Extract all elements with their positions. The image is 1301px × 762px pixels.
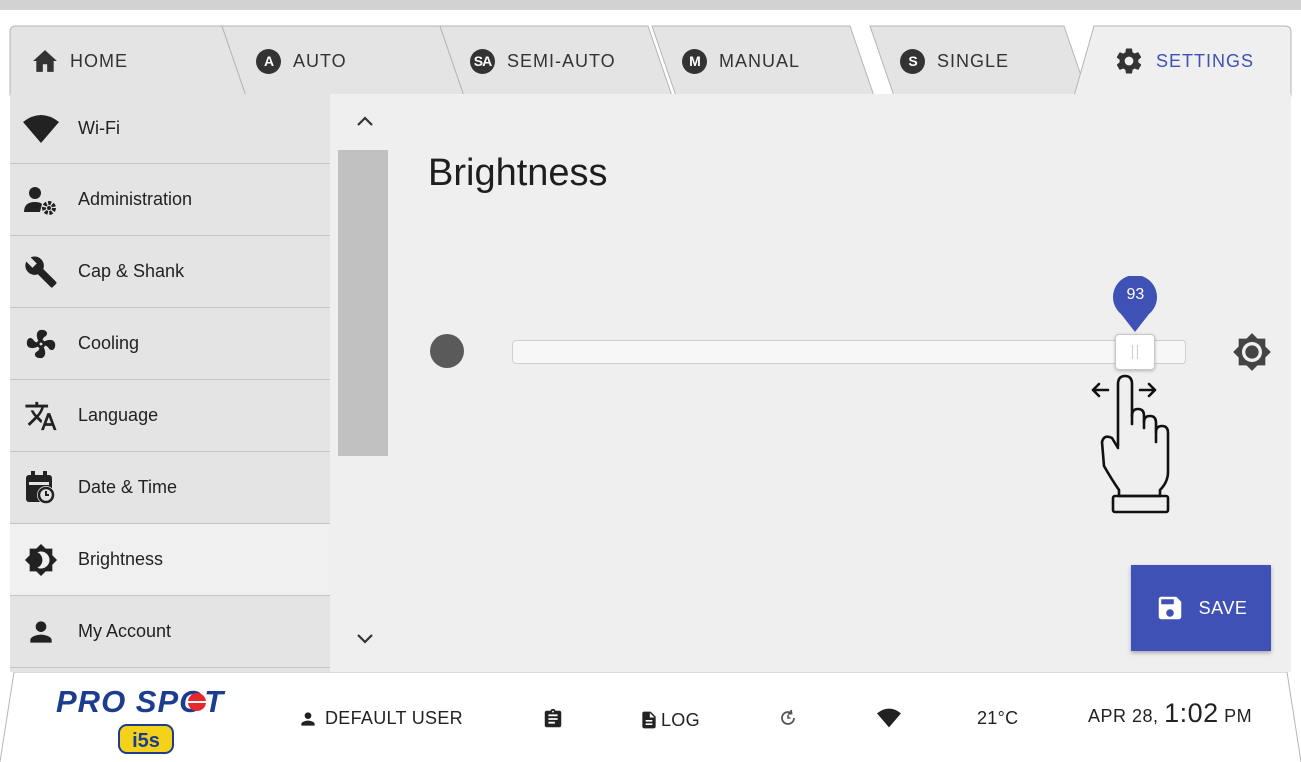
tab-home[interactable]: HOME xyxy=(9,25,247,97)
sidebar-scrollbar xyxy=(330,94,398,672)
single-badge-icon: S xyxy=(900,48,925,74)
slider-value-label: 93 xyxy=(1126,286,1145,303)
brightness-slider-thumb[interactable] xyxy=(1115,334,1156,370)
sidebar-item-label: Cap & Shank xyxy=(78,261,185,281)
auto-badge-icon: A xyxy=(256,48,281,74)
app-window: HOME A AUTO SA SEMI-AUTO M MANUAL S SING… xyxy=(0,0,1301,762)
brightness-max-icon xyxy=(1233,333,1271,371)
translate-icon xyxy=(22,397,60,435)
sidebar-item-cooling[interactable]: Cooling xyxy=(10,308,330,380)
pro-spot-logo: PRO SPOT i5s xyxy=(56,680,236,756)
manual-badge-icon: M xyxy=(682,48,707,74)
tab-auto[interactable]: A AUTO xyxy=(221,25,465,97)
log-button[interactable]: LOG xyxy=(639,708,700,732)
temperature-readout: 21°C xyxy=(977,708,1018,729)
sidebar-item-label: Date & Time xyxy=(78,477,178,497)
user-indicator[interactable]: DEFAULT USER xyxy=(297,708,463,729)
clipboard-icon xyxy=(544,708,562,728)
sidebar-item-label: Cooling xyxy=(78,333,140,353)
floppy-disk-icon xyxy=(1158,596,1181,620)
semi-auto-badge-icon: SA xyxy=(470,48,495,74)
save-button-label: SAVE xyxy=(1198,597,1248,618)
wifi-status-icon xyxy=(877,708,901,728)
fan-icon xyxy=(22,325,60,363)
time-text: 1:02 xyxy=(1164,698,1219,728)
log-label: LOG xyxy=(661,709,700,730)
wifi-status[interactable] xyxy=(876,708,902,728)
user-icon xyxy=(301,711,315,726)
calendar-clock-icon xyxy=(22,469,60,507)
person-icon xyxy=(22,613,60,651)
brightness-slider-fill xyxy=(513,341,1138,363)
save-button[interactable]: SAVE xyxy=(1131,565,1271,651)
tab-auto-label: AUTO xyxy=(293,50,347,71)
sidebar-item-administration[interactable]: Administration xyxy=(10,164,330,236)
brightness-panel: Brightness 93 SAVE xyxy=(398,94,1291,672)
tab-semi-auto-label: SEMI-AUTO xyxy=(507,50,616,71)
brightness-icon xyxy=(22,541,60,579)
scroll-down-chevron-icon[interactable] xyxy=(350,624,380,654)
status-bar: PRO SPOT i5s DEFAULT USER LOG 21°C APR 2… xyxy=(0,672,1301,762)
tab-home-label: HOME xyxy=(70,50,128,71)
sync-clock-icon xyxy=(781,709,795,725)
tab-settings[interactable]: SETTINGS xyxy=(1073,25,1292,97)
gear-icon xyxy=(1116,48,1142,74)
brightness-slider-track[interactable] xyxy=(512,340,1186,364)
tab-settings-label: SETTINGS xyxy=(1156,50,1255,71)
date-text: APR 28, xyxy=(1088,706,1159,726)
sidebar-item-cap-shank[interactable]: Cap & Shank xyxy=(10,236,330,308)
temperature-value: 21°C xyxy=(977,708,1019,728)
dim-icon xyxy=(430,334,464,368)
sidebar-item-label: My Account xyxy=(78,621,172,641)
clipboard-button[interactable] xyxy=(542,706,564,732)
wrench-icon xyxy=(22,253,60,291)
sidebar-item-date-time[interactable]: Date & Time xyxy=(10,452,330,524)
admin-icon xyxy=(22,181,60,219)
swipe-gesture-icon xyxy=(1091,374,1170,514)
datetime-readout: APR 28, 1:02 PM xyxy=(1088,698,1252,729)
sidebar-item-label: Brightness xyxy=(78,549,164,569)
scrollbar-thumb[interactable] xyxy=(338,150,388,456)
user-name: DEFAULT USER xyxy=(325,708,463,728)
slider-value-bubble: 93 xyxy=(1111,275,1159,332)
tab-manual[interactable]: M MANUAL xyxy=(651,25,875,97)
sidebar-item-label: Wi-Fi xyxy=(78,118,120,138)
top-strip xyxy=(0,0,1301,10)
logo-red-dot xyxy=(188,693,206,711)
tab-semi-auto[interactable]: SA SEMI-AUTO xyxy=(439,25,673,97)
tab-manual-label: MANUAL xyxy=(719,50,801,71)
svg-text:i5s: i5s xyxy=(132,730,160,752)
home-icon xyxy=(33,50,57,72)
tab-bar: HOME A AUTO SA SEMI-AUTO M MANUAL S SING… xyxy=(0,0,1301,97)
ampm-text: PM xyxy=(1224,706,1253,726)
sidebar-item-my-account[interactable]: My Account xyxy=(10,596,330,668)
document-icon xyxy=(642,711,656,729)
sync-button[interactable] xyxy=(778,708,798,728)
sidebar-item-label: Administration xyxy=(78,189,193,209)
tab-single[interactable]: S SINGLE xyxy=(869,25,1089,97)
wifi-icon xyxy=(22,110,60,148)
settings-sidebar: Wi-Fi Administration Cap & Shank Cooling… xyxy=(10,94,330,672)
sidebar-item-wifi[interactable]: Wi-Fi xyxy=(10,94,330,164)
sidebar-item-language[interactable]: Language xyxy=(10,380,330,452)
sidebar-item-brightness[interactable]: Brightness xyxy=(10,524,330,596)
page-title: Brightness xyxy=(428,152,608,194)
sidebar-item-label: Language xyxy=(78,405,159,425)
scroll-up-chevron-icon[interactable] xyxy=(350,106,380,136)
logo-badge-icon: i5s xyxy=(118,724,174,754)
tab-single-label: SINGLE xyxy=(937,50,1010,71)
